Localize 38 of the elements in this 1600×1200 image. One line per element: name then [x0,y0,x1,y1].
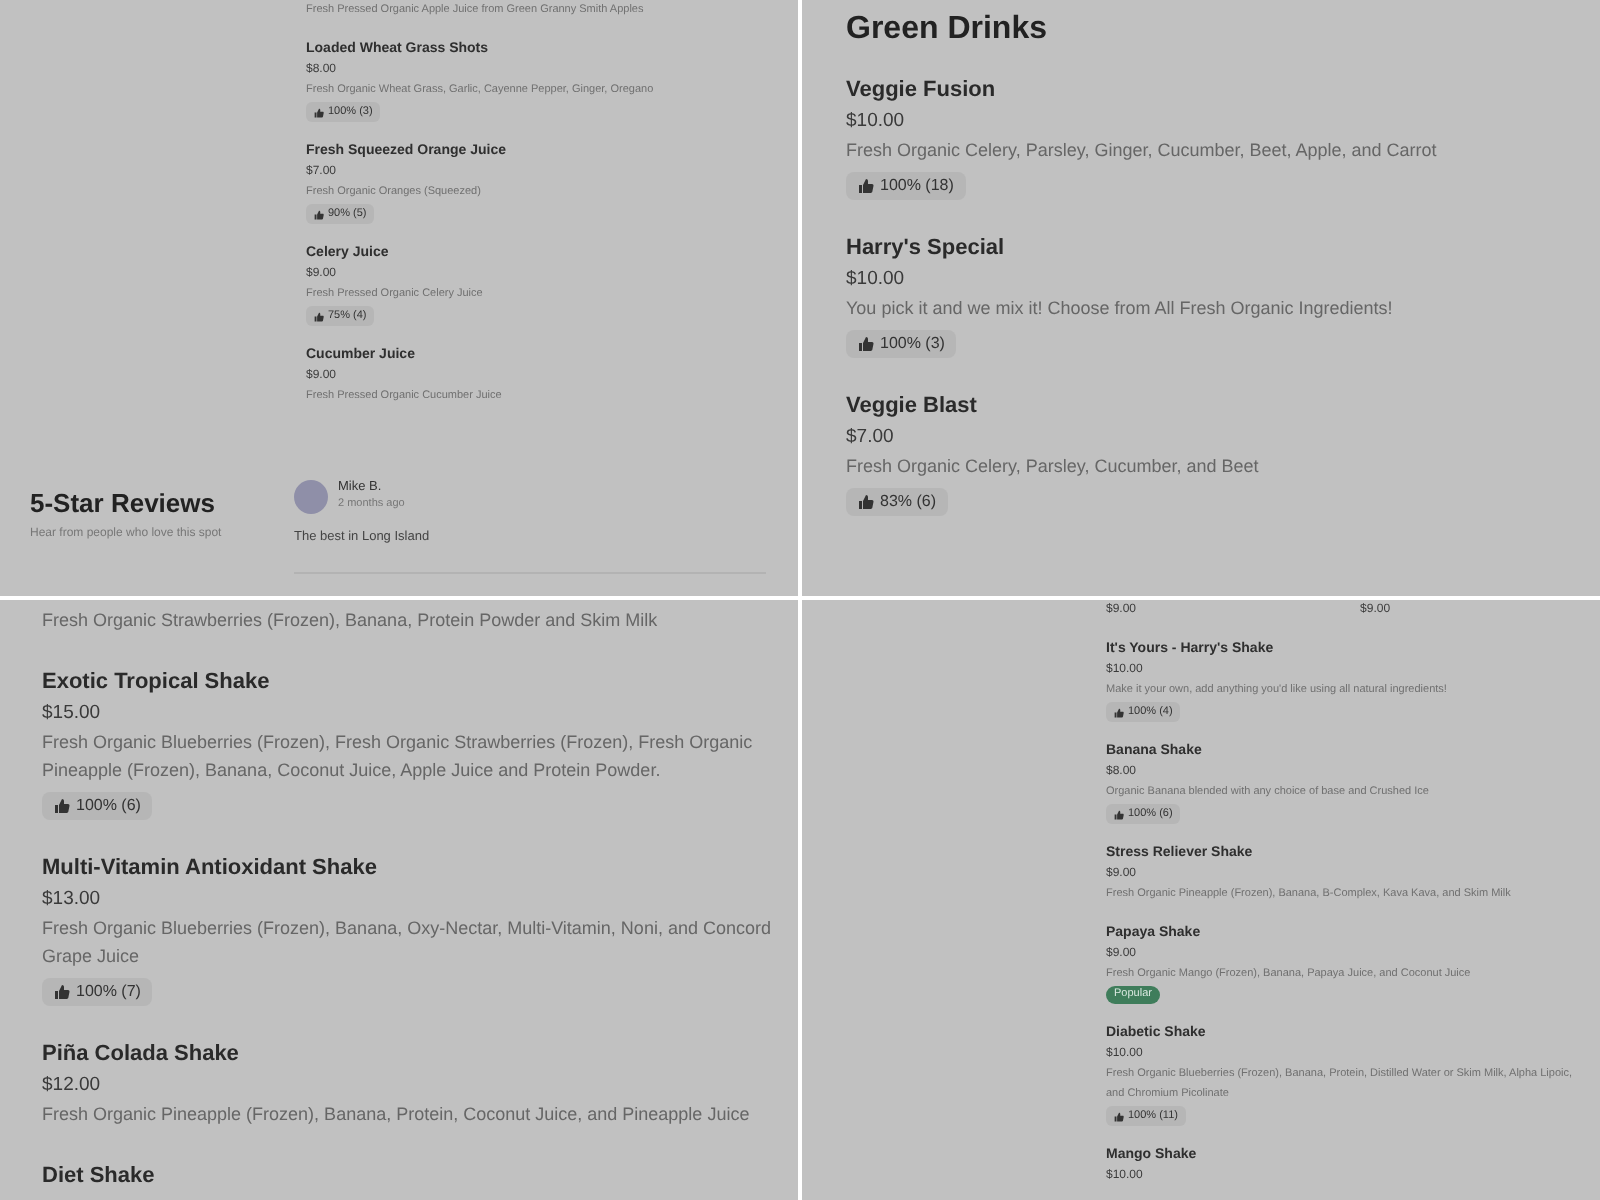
item-price: $10.00 [846,108,905,136]
item-name: Exotic Tropical Shake [42,668,270,698]
rating-text: 100% (7) [76,982,141,1002]
thumbs-up-icon [314,209,324,219]
section-title: 5-Star Reviews [30,486,217,522]
item-price: $7.00 [846,424,894,452]
item-price: $10.00 [846,266,905,294]
item-name: Diet Shake [42,1162,155,1192]
rating-text: 100% (18) [880,176,954,196]
thumbs-up-icon [314,107,324,117]
section-title: Green Drinks [846,10,1049,50]
item-description: Fresh Organic Celery, Parsley, Cucumber, and Beet [846,454,1259,480]
thumbs-up-icon [314,311,324,321]
item-name: Veggie Blast [846,392,977,422]
item-price: $12.00 [42,1072,101,1100]
rating-text: 83% (6) [880,492,937,512]
item-description: Fresh Organic Blueberries (Frozen), Banana, Oxy-Nectar, Multi-Vitamin, Noni, and Concord Grape Juice [42,916,773,970]
thumbs-up-icon [54,984,70,1000]
item-description: Fresh Organic Pineapple (Frozen), Banana, Protein, Coconut Juice, and Pineapple Juice [42,1102,750,1128]
rating-text: 100% (3) [880,334,945,354]
item-description: You pick it and we mix it! Choose from All Fresh Organic Ingredients! [846,296,1393,322]
item-price: $15.00 [42,700,101,728]
thumbs-up-icon [54,798,70,814]
item-price: $13.00 [42,886,101,914]
thumbs-up-icon [1114,809,1124,819]
thumbs-up-icon [1114,707,1124,717]
thumbs-up-icon [858,494,874,510]
item-description: Fresh Organic Blueberries (Frozen), Fresh Organic Strawberries (Frozen), Fresh Organic Pineapple (Frozen), Banana, Coconut Juice, Apple Juice and Protein Powder. [42,730,755,784]
item-name: Piña Colada Shake [42,1040,239,1070]
rating-text: 100% (6) [76,796,141,816]
thumbs-up-icon [1114,1111,1124,1121]
item-description: Fresh Organic Strawberries (Frozen), Banana, Protein Powder and Skim Milk [42,608,660,634]
item-name: Harry's Special [846,234,1005,264]
item-description: Fresh Organic Celery, Parsley, Ginger, Cucumber, Beet, Apple, and Carrot [846,138,1437,164]
thumbs-up-icon [858,336,874,352]
item-name: Veggie Fusion [846,76,996,106]
thumbs-up-icon [858,178,874,194]
item-name: Multi-Vitamin Antioxidant Shake [42,854,377,884]
